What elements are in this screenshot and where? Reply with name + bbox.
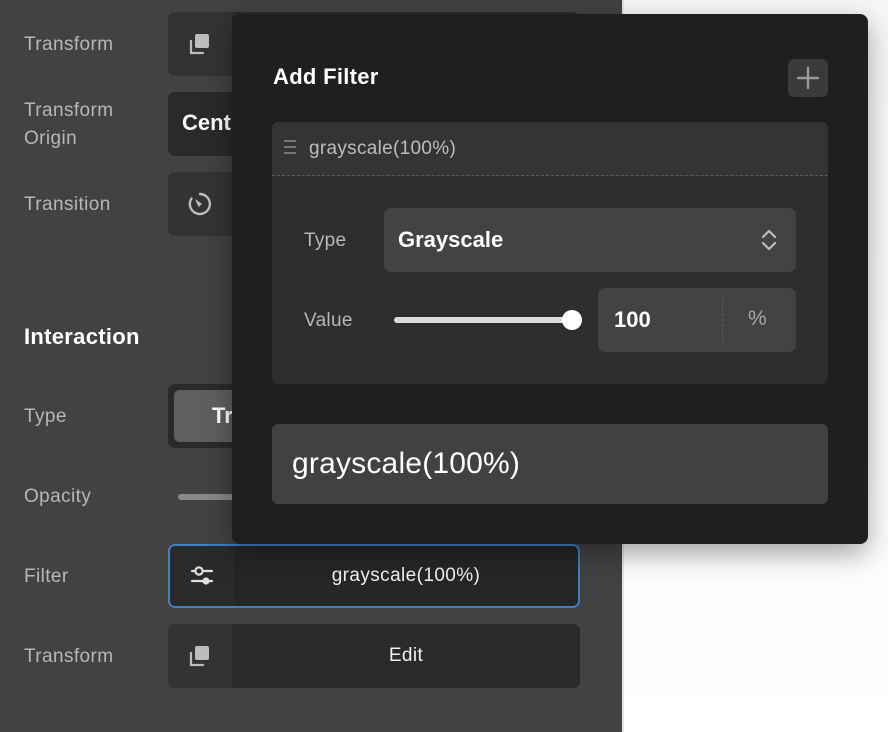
transform-origin-label-line2: Origin — [24, 128, 78, 149]
plus-icon — [796, 66, 820, 90]
filter-value-slider-thumb[interactable] — [562, 310, 582, 330]
transform-edit-button[interactable]: Edit — [232, 624, 580, 688]
filter-value: grayscale(100%) — [331, 565, 481, 586]
sliders-icon — [170, 546, 234, 606]
transform-icon — [168, 624, 232, 688]
filter-value-input[interactable]: 100 % — [598, 288, 796, 352]
filter-type-value: Grayscale — [398, 227, 504, 252]
filter-value-slider-track[interactable] — [394, 317, 572, 323]
input-divider — [722, 298, 723, 342]
filter-item-card: grayscale(100%) Type Grayscale Value 100… — [272, 122, 828, 384]
filter-type-select[interactable]: Grayscale — [384, 208, 796, 272]
interaction-transform-label: Transform — [24, 646, 114, 667]
transform-origin-value: Cent — [182, 110, 231, 135]
filter-value-label: Value — [304, 310, 353, 331]
filter-type-label: Type — [304, 230, 347, 251]
interaction-section-title: Interaction — [24, 324, 140, 349]
add-filter-button[interactable] — [788, 59, 828, 97]
interaction-transform-control[interactable]: Edit — [168, 624, 580, 688]
transition-label: Transition — [24, 194, 111, 215]
transition-icon — [168, 172, 232, 236]
filter-result-field[interactable]: grayscale(100%) — [272, 424, 828, 504]
filter-item-summary: grayscale(100%) — [309, 138, 457, 159]
filter-value-number: 100 — [614, 307, 651, 332]
chevron-updown-icon — [761, 229, 777, 251]
add-filter-popover: Add Filter grayscale(100%) Type Grayscal… — [232, 14, 868, 544]
transform-label: Transform — [24, 34, 114, 55]
opacity-label: Opacity — [24, 486, 92, 507]
filter-result-text: grayscale(100%) — [292, 447, 521, 480]
transform-icon — [168, 12, 232, 76]
filter-value-unit: % — [748, 307, 767, 330]
popover-title: Add Filter — [273, 64, 379, 89]
filter-control[interactable]: grayscale(100%) — [168, 544, 580, 608]
filter-label: Filter — [24, 566, 69, 587]
drag-handle-icon[interactable] — [284, 140, 296, 158]
transform-origin-label-line1: Transform — [24, 100, 114, 121]
transform-origin-label: Transform Origin — [24, 97, 113, 153]
interaction-type-label: Type — [24, 406, 67, 427]
filter-item-header[interactable]: grayscale(100%) — [272, 122, 828, 176]
